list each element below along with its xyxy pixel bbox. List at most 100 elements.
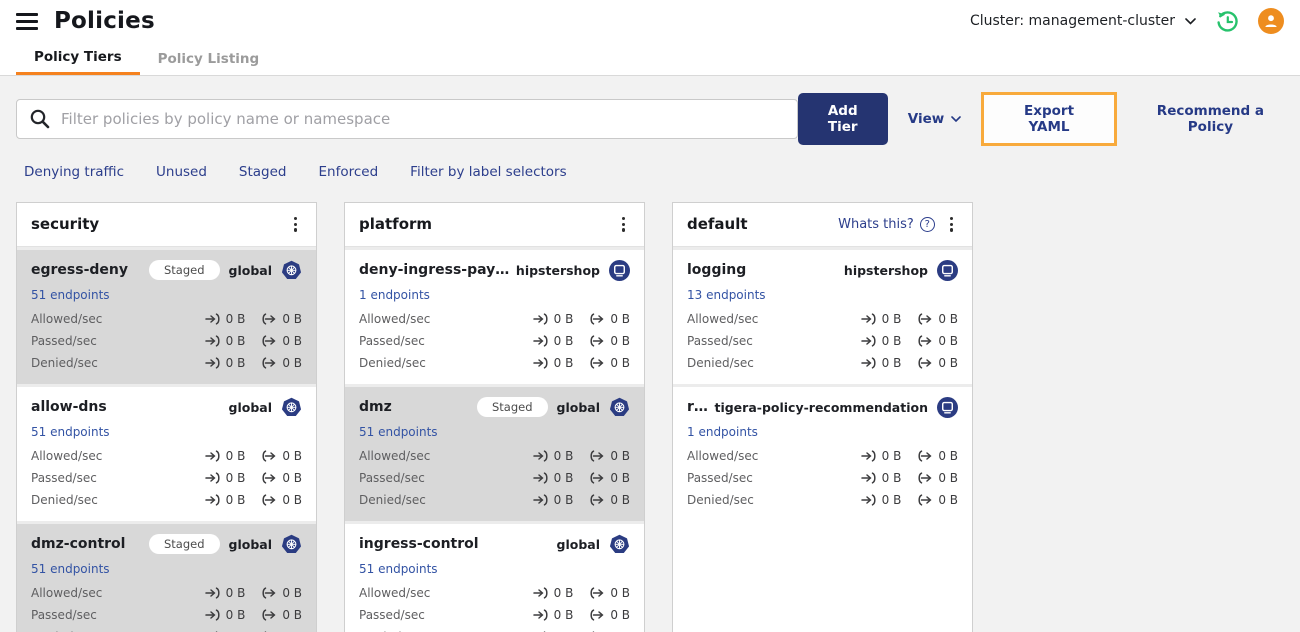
tab-policy-listing[interactable]: Policy Listing — [140, 42, 278, 75]
filter-unused[interactable]: Unused — [156, 164, 207, 180]
cluster-selector[interactable]: Cluster: management-cluster — [970, 13, 1196, 29]
egress-icon — [261, 494, 277, 506]
stat-row: Passed/sec 0 B 0 B — [359, 607, 630, 622]
egress-icon — [261, 335, 277, 347]
tier-menu-icon[interactable] — [945, 214, 958, 235]
ingress-icon — [205, 313, 221, 325]
ingress-icon — [861, 335, 877, 347]
egress-icon — [261, 472, 277, 484]
toolbar-actions: Add Tier View Export YAML Recommend a Po… — [797, 92, 1284, 146]
endpoints-link[interactable]: 51 endpoints — [31, 288, 110, 302]
ingress-icon — [533, 472, 549, 484]
endpoints-link[interactable]: 51 endpoints — [31, 562, 110, 576]
policy-card-dmz[interactable]: dmz Staged global 51 endpoints Allowed/s… — [345, 383, 644, 521]
filter-denying-traffic[interactable]: Denying traffic — [24, 164, 124, 180]
endpoints-link[interactable]: 13 endpoints — [687, 288, 766, 302]
egress-icon — [261, 313, 277, 325]
egress-icon — [589, 609, 605, 621]
endpoints-link[interactable]: 51 endpoints — [359, 562, 438, 576]
tier-columns: security egress-deny Staged global 51 en… — [16, 202, 1284, 632]
global-icon — [281, 397, 302, 418]
ingress-icon — [861, 357, 877, 369]
recommend-policy-button[interactable]: Recommend a Policy — [1137, 103, 1284, 135]
tier-menu-icon[interactable] — [289, 214, 302, 235]
ingress-icon — [205, 609, 221, 621]
policy-card-dmz-control[interactable]: dmz-control Staged global 51 endpoints A… — [17, 520, 316, 632]
namespace-icon — [937, 397, 958, 418]
global-icon — [609, 397, 630, 418]
tab-policy-tiers[interactable]: Policy Tiers — [16, 42, 140, 75]
egress-icon — [917, 450, 933, 462]
stat-row: Denied/sec 0 B 0 B — [687, 355, 958, 370]
stat-row: Allowed/sec 0 B 0 B — [687, 448, 958, 463]
tab-bar: Policy Tiers Policy Listing — [0, 42, 1300, 76]
stat-row: Denied/sec 0 B 0 B — [359, 626, 630, 632]
tier-menu-icon[interactable] — [617, 214, 630, 235]
endpoints-link[interactable]: 1 endpoints — [359, 288, 430, 302]
user-avatar[interactable] — [1258, 8, 1284, 34]
stat-row: Allowed/sec 0 B 0 B — [359, 585, 630, 600]
staged-badge: Staged — [148, 260, 220, 281]
egress-icon — [589, 313, 605, 325]
stat-row: Passed/sec 0 B 0 B — [359, 333, 630, 348]
tier-name: security — [31, 215, 100, 234]
egress-icon — [589, 587, 605, 599]
stat-row: Denied/sec 0 B 0 B — [31, 626, 302, 632]
quick-filters: Denying traffic Unused Staged Enforced F… — [24, 164, 1284, 180]
tier-header: platform — [345, 203, 644, 247]
stat-row: Allowed/sec 0 B 0 B — [359, 311, 630, 326]
tier-name: platform — [359, 215, 433, 234]
ingress-icon — [205, 450, 221, 462]
tier-platform: platform deny-ingress-paymentservi... hi… — [344, 202, 645, 632]
policy-card-restricted[interactable]: restricted tigera-policy-recommendation … — [673, 383, 972, 521]
staged-badge: Staged — [476, 397, 548, 418]
endpoints-link[interactable]: 1 endpoints — [687, 425, 758, 439]
ingress-icon — [533, 587, 549, 599]
content-area: Add Tier View Export YAML Recommend a Po… — [0, 76, 1300, 632]
view-button[interactable]: View — [908, 111, 962, 127]
egress-icon — [589, 472, 605, 484]
endpoints-link[interactable]: 51 endpoints — [359, 425, 438, 439]
namespace-icon — [609, 260, 630, 281]
policy-card-ingress-control[interactable]: ingress-control global 51 endpoints Allo… — [345, 520, 644, 632]
stat-row: Allowed/sec 0 B 0 B — [31, 311, 302, 326]
tier-header: default Whats this? ? — [673, 203, 972, 247]
filter-staged[interactable]: Staged — [239, 164, 287, 180]
chevron-down-icon — [1185, 17, 1196, 25]
menu-icon[interactable] — [16, 12, 38, 30]
filter-enforced[interactable]: Enforced — [319, 164, 379, 180]
ingress-icon — [205, 335, 221, 347]
tier-security: security egress-deny Staged global 51 en… — [16, 202, 317, 632]
policy-card-egress-deny[interactable]: egress-deny Staged global 51 endpoints A… — [17, 246, 316, 384]
policy-scope: hipstershop — [515, 262, 600, 278]
egress-icon — [917, 335, 933, 347]
ingress-icon — [205, 494, 221, 506]
policy-card-logging[interactable]: logging hipstershop 13 endpoints Allowed… — [673, 246, 972, 384]
policy-scope: global — [228, 536, 273, 552]
search-box[interactable] — [16, 99, 798, 139]
ingress-icon — [533, 313, 549, 325]
egress-icon — [261, 357, 277, 369]
ingress-icon — [205, 357, 221, 369]
endpoints-link[interactable]: 51 endpoints — [31, 425, 110, 439]
egress-icon — [589, 494, 605, 506]
policy-card-deny-ingress-paymentservice[interactable]: deny-ingress-paymentservi... hipstershop… — [345, 246, 644, 384]
egress-icon — [261, 609, 277, 621]
export-yaml-button[interactable]: Export YAML — [1004, 103, 1094, 135]
staged-badge: Staged — [148, 534, 220, 555]
ingress-icon — [861, 313, 877, 325]
ingress-icon — [533, 494, 549, 506]
whats-this-link[interactable]: Whats this? ? — [838, 216, 935, 232]
add-tier-button[interactable]: Add Tier — [797, 93, 888, 145]
policy-name: deny-ingress-paymentservi... — [359, 262, 510, 279]
stat-row: Denied/sec 0 B 0 B — [359, 492, 630, 507]
history-icon[interactable] — [1214, 8, 1240, 34]
policy-card-allow-dns[interactable]: allow-dns global 51 endpoints Allowed/se… — [17, 383, 316, 521]
egress-icon — [917, 357, 933, 369]
filter-label-selectors[interactable]: Filter by label selectors — [410, 164, 566, 180]
egress-icon — [261, 587, 277, 599]
policy-scope: global — [556, 399, 601, 415]
ingress-icon — [533, 335, 549, 347]
search-input[interactable] — [61, 110, 785, 128]
tier-name: default — [687, 215, 748, 234]
